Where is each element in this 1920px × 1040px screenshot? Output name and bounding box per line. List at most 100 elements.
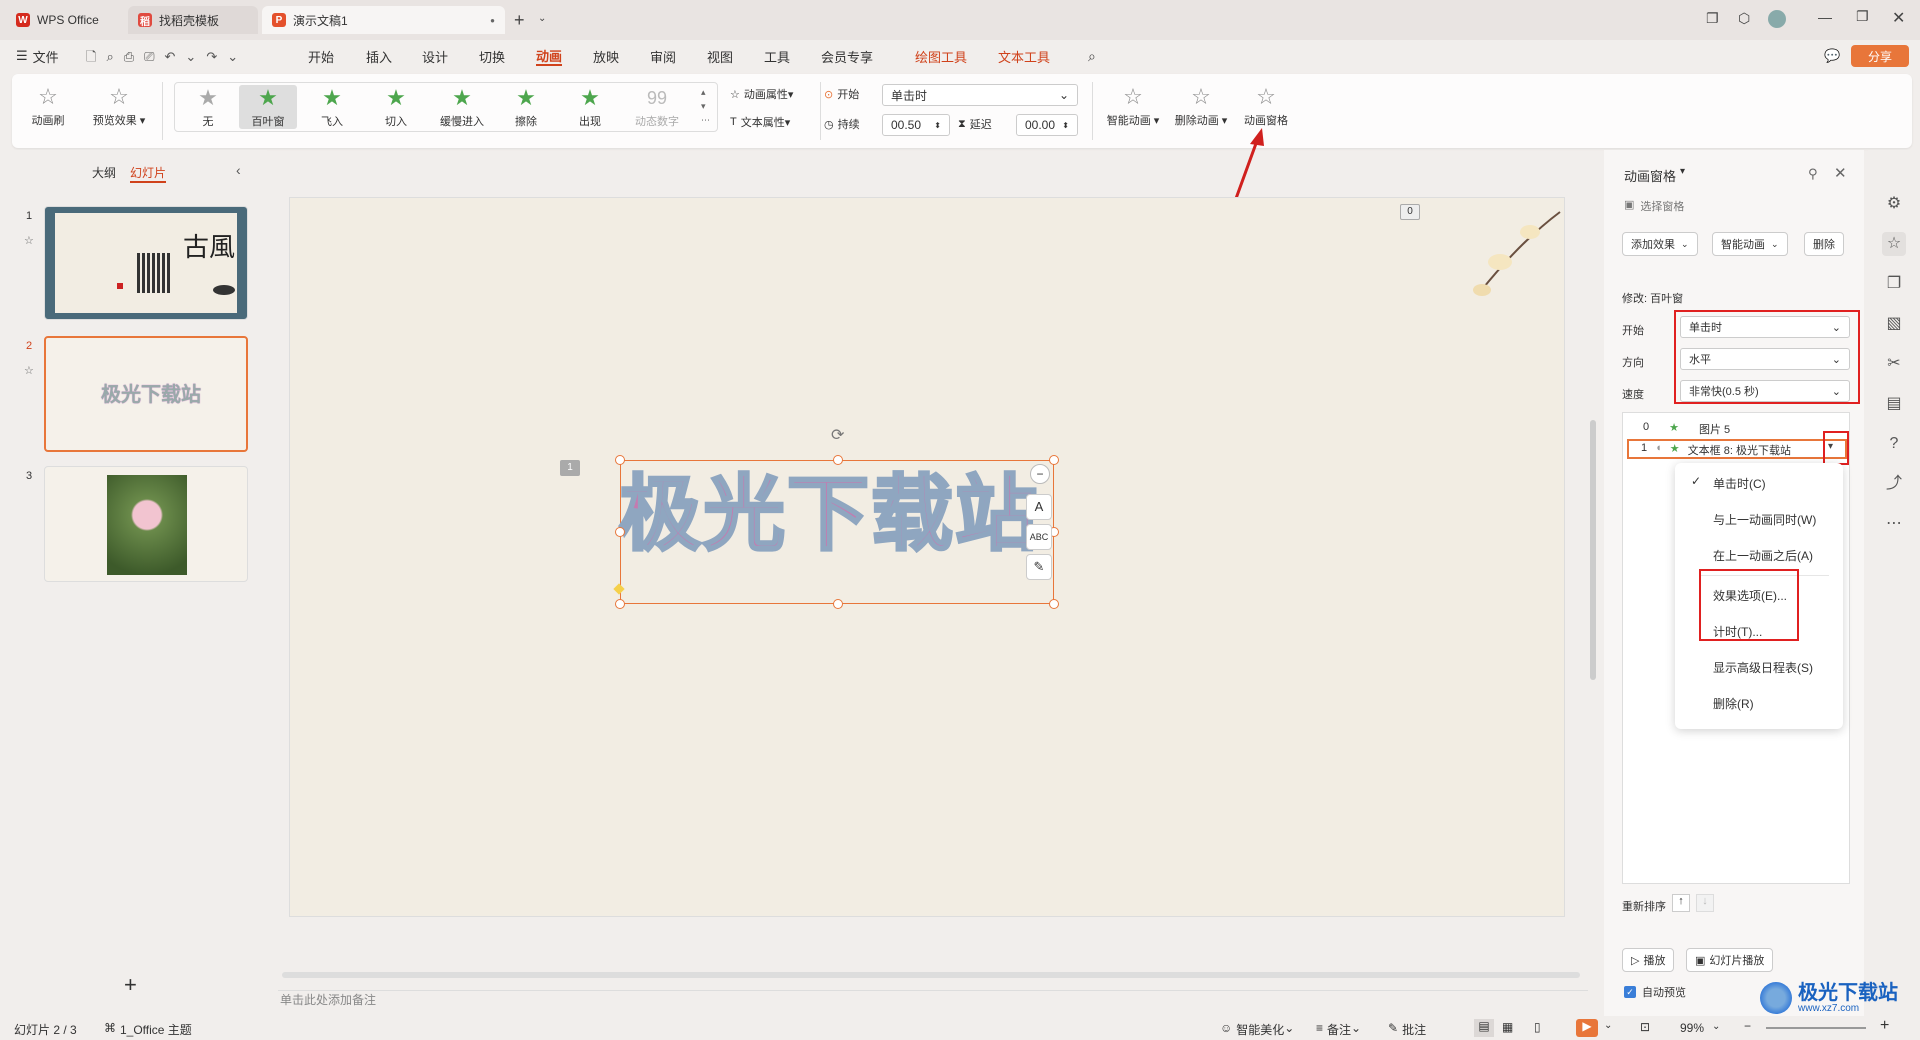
pane-title[interactable]: 动画窗格 ▾	[1624, 166, 1685, 185]
anim-pane-button[interactable]: ☆ 动画窗格	[1238, 84, 1294, 128]
effect-dynamic-number[interactable]: 99 动态数字	[625, 85, 689, 129]
minimize-icon[interactable]: —	[1818, 9, 1832, 25]
settings-sliders-icon[interactable]: ⚙	[1882, 192, 1906, 216]
chevron-down-icon[interactable]: ⌄	[1712, 1021, 1720, 1032]
slide-thumb-1[interactable]: 古風	[44, 206, 248, 320]
menu-design[interactable]: 设计	[422, 46, 448, 66]
delete-pane-button[interactable]: 删除	[1804, 232, 1844, 256]
auto-preview-checkbox[interactable]: ✓ 自动预览	[1624, 984, 1686, 1000]
share-button[interactable]: 分享	[1851, 45, 1909, 67]
smart-anim-button[interactable]: ☆ 智能动画 ▾	[1102, 84, 1164, 128]
effect-fly-in[interactable]: ★ 飞入	[303, 85, 361, 129]
smart-anim-pane-button[interactable]: 智能动画 ⌄	[1712, 232, 1788, 256]
file-menu[interactable]: ☰ 文件	[16, 46, 59, 66]
theme-name[interactable]: ⌘ 1_Office 主题	[104, 1021, 192, 1038]
beautify-button[interactable]: ☺ 智能美化 ⌄	[1220, 1021, 1294, 1038]
resize-handle[interactable]	[615, 599, 625, 609]
slide-main-text[interactable]: 极光下载站	[617, 447, 1039, 566]
tab-modified-dot-icon[interactable]: ●	[490, 16, 495, 25]
menu-start[interactable]: 开始	[308, 46, 334, 66]
new-tab-icon[interactable]: +	[514, 10, 525, 31]
start-select[interactable]: 单击时 ⌄	[1680, 316, 1850, 338]
direction-select[interactable]: 水平 ⌄	[1680, 348, 1850, 370]
slide-thumb-3[interactable]	[44, 466, 248, 582]
resize-handle[interactable]	[1049, 455, 1059, 465]
minus-icon[interactable]: −	[1030, 464, 1050, 484]
menu-member[interactable]: 会员专享	[821, 46, 873, 66]
restore-icon[interactable]: ❐	[1856, 8, 1869, 25]
effect-cut-in[interactable]: ★ 切入	[367, 85, 425, 129]
menu-effect-options[interactable]: 效果选项(E)...	[1713, 587, 1787, 604]
zoom-slider[interactable]	[1766, 1027, 1866, 1029]
menu-timing[interactable]: 计时(T)...	[1713, 623, 1762, 640]
effect-wipe[interactable]: ★ 擦除	[497, 85, 555, 129]
close-icon[interactable]: ✕	[1892, 8, 1905, 28]
speed-select[interactable]: 非常快(0.5 秒) ⌄	[1680, 380, 1850, 402]
chat-icon[interactable]: 💬	[1824, 48, 1840, 64]
resize-handle[interactable]	[833, 599, 843, 609]
resize-handle[interactable]	[1049, 599, 1059, 609]
list-item[interactable]: 0 ★ 图片 5	[1643, 421, 1730, 437]
slideshow-button[interactable]: ▣ 幻灯片播放	[1686, 948, 1774, 972]
slide-thumb-2[interactable]: 极光下载站	[44, 336, 248, 452]
menu-tools[interactable]: 工具	[764, 46, 790, 66]
menu-after-previous[interactable]: 在上一动画之后(A)	[1713, 547, 1813, 564]
normal-view-icon[interactable]: ▤	[1474, 1019, 1494, 1037]
select-pane-link[interactable]: ▣ 选择窗格	[1624, 198, 1684, 214]
preview-button[interactable]: ☆ 预览效果 ▾	[87, 84, 151, 128]
tab-presentation[interactable]: P 演示文稿1 ●	[262, 6, 505, 34]
comment-button[interactable]: ✎ 批注	[1388, 1021, 1426, 1038]
effect-blinds[interactable]: ★ 百叶窗	[239, 85, 297, 129]
anim-brush-button[interactable]: ☆ 动画刷	[24, 84, 72, 128]
selected-textbox[interactable]: 极光下载站 ⟳	[613, 427, 1059, 609]
zoom-in-icon[interactable]: +	[1880, 1017, 1889, 1035]
zoom-out-icon[interactable]: −	[1744, 1019, 1751, 1033]
tab-list-chevron-icon[interactable]: ⌄	[538, 13, 546, 24]
menu-insert[interactable]: 插入	[366, 46, 392, 66]
menu-transition[interactable]: 切换	[479, 46, 505, 66]
animation-star-icon[interactable]: ☆	[1882, 232, 1906, 256]
search-icon[interactable]: ⌕	[1088, 48, 1096, 65]
text-fill-icon[interactable]: A	[1026, 494, 1052, 520]
menu-drawing-tools[interactable]: 绘图工具	[915, 46, 967, 66]
add-slide-icon[interactable]: +	[124, 972, 137, 998]
text-props-button[interactable]: T 文本属性 ▾	[730, 114, 790, 130]
menu-delete[interactable]: 删除(R)	[1713, 695, 1754, 712]
start-select[interactable]: 单击时 ⌄	[882, 84, 1078, 106]
menu-text-tools[interactable]: 文本工具	[998, 46, 1050, 66]
layers-icon[interactable]: ❐	[1882, 272, 1906, 296]
grid-view-icon[interactable]: ▦	[1502, 1020, 1513, 1034]
slides-tab[interactable]: 幻灯片	[130, 164, 167, 183]
notes-button[interactable]: ≡ 备注 ⌄	[1316, 1021, 1361, 1038]
play-slideshow-icon[interactable]: ▶	[1576, 1019, 1598, 1037]
tab-template[interactable]: 稻 找稻壳模板	[128, 6, 258, 34]
cube-icon[interactable]: ⬡	[1738, 10, 1750, 27]
tools-icon[interactable]: ✂	[1882, 352, 1906, 376]
avatar[interactable]	[1768, 10, 1786, 28]
close-pane-icon[interactable]: ✕	[1834, 164, 1847, 182]
delete-anim-button[interactable]: ☆ 删除动画 ▾	[1170, 84, 1232, 128]
adjust-handle[interactable]	[613, 583, 625, 595]
zoom-level[interactable]: 99%	[1680, 1021, 1704, 1035]
move-down-icon[interactable]: ↓	[1696, 894, 1714, 912]
chevron-down-icon[interactable]: ⌄	[1604, 1020, 1612, 1031]
resize-handle[interactable]	[615, 455, 625, 465]
tab-wps-office[interactable]: W WPS Office	[6, 6, 121, 34]
image-icon[interactable]: ▧	[1882, 312, 1906, 336]
duration-input[interactable]: 00.50 ⬍	[882, 114, 950, 136]
rotate-handle-icon[interactable]: ⟳	[831, 425, 844, 445]
menu-view[interactable]: 视图	[707, 46, 733, 66]
menu-with-previous[interactable]: 与上一动画同时(W)	[1713, 511, 1816, 528]
vertical-scrollbar[interactable]	[1590, 420, 1596, 680]
more-icon[interactable]: ⋯	[1882, 512, 1906, 536]
add-effect-button[interactable]: 添加效果 ⌄	[1622, 232, 1698, 256]
list-item-selected[interactable]: 1 ◖ ★ 文本框 8: 极光下载站	[1627, 439, 1847, 459]
pin-icon[interactable]: ⚲	[1808, 166, 1818, 182]
effect-none[interactable]: ★ 无	[183, 85, 233, 129]
resize-handle[interactable]	[615, 527, 625, 537]
reading-view-icon[interactable]: ▯	[1534, 1020, 1541, 1034]
move-up-icon[interactable]: ↑	[1672, 894, 1690, 912]
book-icon[interactable]: ▤	[1882, 392, 1906, 416]
horizontal-scrollbar[interactable]	[282, 972, 1580, 978]
tools-icon[interactable]: ✎	[1026, 554, 1052, 580]
